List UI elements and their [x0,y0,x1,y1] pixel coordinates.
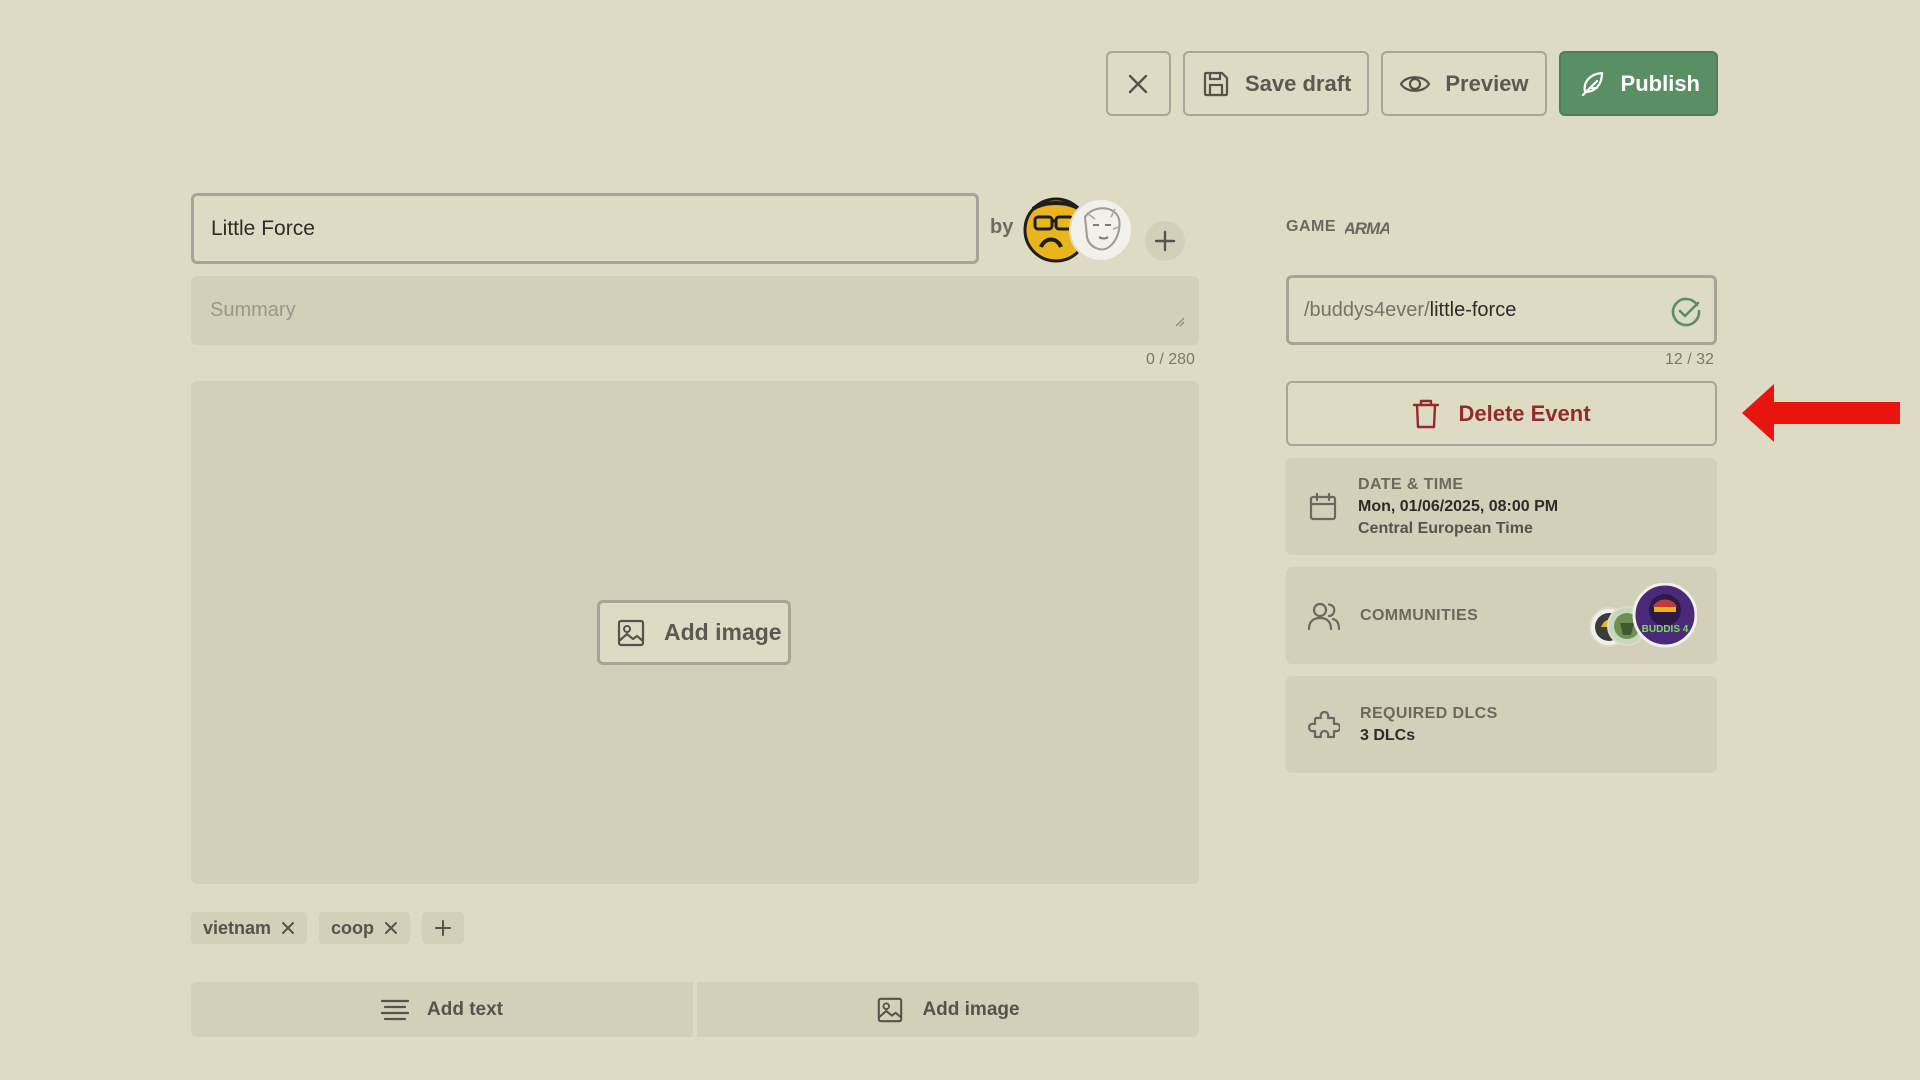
summary-char-counter: 0 / 280 [1146,351,1195,368]
publish-label: Publish [1620,70,1700,96]
tag-label: vietnam [203,917,272,938]
slug-value: little-force [1429,298,1517,321]
content-block-bar: Add text Add image [191,982,1199,1037]
close-icon [1129,74,1148,93]
event-title-input[interactable]: Little Force [191,193,979,264]
plus-icon [1154,230,1176,252]
required-dlcs-value: 3 DLCs [1360,726,1416,744]
date-time-label: DATE & TIME [1358,475,1464,493]
save-draft-button[interactable]: Save draft [1182,51,1370,116]
author-by-label: by [990,216,1014,238]
add-cover-image-button[interactable]: Add image [597,600,791,665]
feather-icon [1581,71,1603,96]
remove-tag-icon[interactable] [384,921,398,935]
add-tag-button[interactable] [422,912,465,944]
communities-card[interactable]: COMMUNITIES BUDDIS 4 [1286,567,1717,664]
delete-event-button[interactable]: Delete Event [1286,381,1717,446]
preview-button[interactable]: Preview [1381,51,1547,116]
eye-icon [1400,75,1431,92]
puzzle-piece-icon [1308,710,1340,738]
remove-tag-icon[interactable] [281,921,295,935]
tag-list: vietnam coop [191,912,465,944]
author-avatar-sketch[interactable] [1069,198,1133,262]
editor-toolbar: Save draft Preview Publish [1105,51,1718,116]
publish-button[interactable]: Publish [1558,51,1718,116]
trash-icon [1413,399,1440,428]
tag-chip: coop [319,912,411,944]
add-image-block-button[interactable]: Add image [697,982,1199,1037]
tag-chip: vietnam [191,912,308,944]
game-logo-text: ARMA [1345,219,1389,238]
slug-char-counter: 12 / 32 [1665,351,1714,368]
game-label: GAME [1286,218,1336,235]
add-text-label: Add text [427,998,503,1020]
author-avatars[interactable] [1023,197,1135,263]
floppy-disk-icon [1203,71,1229,96]
delete-event-label: Delete Event [1458,400,1591,426]
community-avatar-buddis: BUDDIS 4 [1632,583,1697,648]
users-icon [1308,602,1340,630]
save-draft-label: Save draft [1244,70,1352,96]
image-icon [617,619,645,646]
event-title-value: Little Force [211,216,315,240]
resize-handle-icon[interactable] [1173,315,1185,327]
preview-label: Preview [1445,70,1529,96]
add-author-button[interactable] [1145,221,1185,261]
add-cover-image-label: Add image [664,619,782,645]
community-badge-text: BUDDIS 4 [1642,624,1689,635]
tag-label: coop [331,917,375,938]
close-button[interactable] [1105,51,1171,116]
summary-textarea[interactable]: Summary [191,276,1199,345]
timezone-value: Central European Time [1358,519,1533,537]
slug-prefix: /buddys4ever/ [1304,298,1430,321]
required-dlcs-label: REQUIRED DLCS [1360,704,1498,722]
annotation-arrow-icon [1742,384,1900,442]
date-time-card[interactable]: DATE & TIME Mon, 01/06/2025, 08:00 PM Ce… [1286,458,1717,555]
image-icon [878,997,903,1022]
plus-icon [435,920,452,936]
add-image-label: Add image [922,998,1020,1020]
required-dlcs-card[interactable]: REQUIRED DLCS 3 DLCs [1286,676,1717,773]
date-time-value: Mon, 01/06/2025, 08:00 PM [1358,497,1559,515]
event-slug-input[interactable]: /buddys4ever/little-force [1286,275,1717,345]
communities-label: COMMUNITIES [1360,606,1479,624]
community-avatars[interactable]: BUDDIS 4 [1587,583,1697,649]
text-lines-icon [381,999,409,1020]
check-circle-icon [1671,297,1701,327]
add-text-block-button[interactable]: Add text [191,982,693,1037]
calendar-icon [1309,492,1337,520]
game-logo[interactable]: ARMA [1345,217,1389,239]
summary-placeholder: Summary [210,299,296,321]
